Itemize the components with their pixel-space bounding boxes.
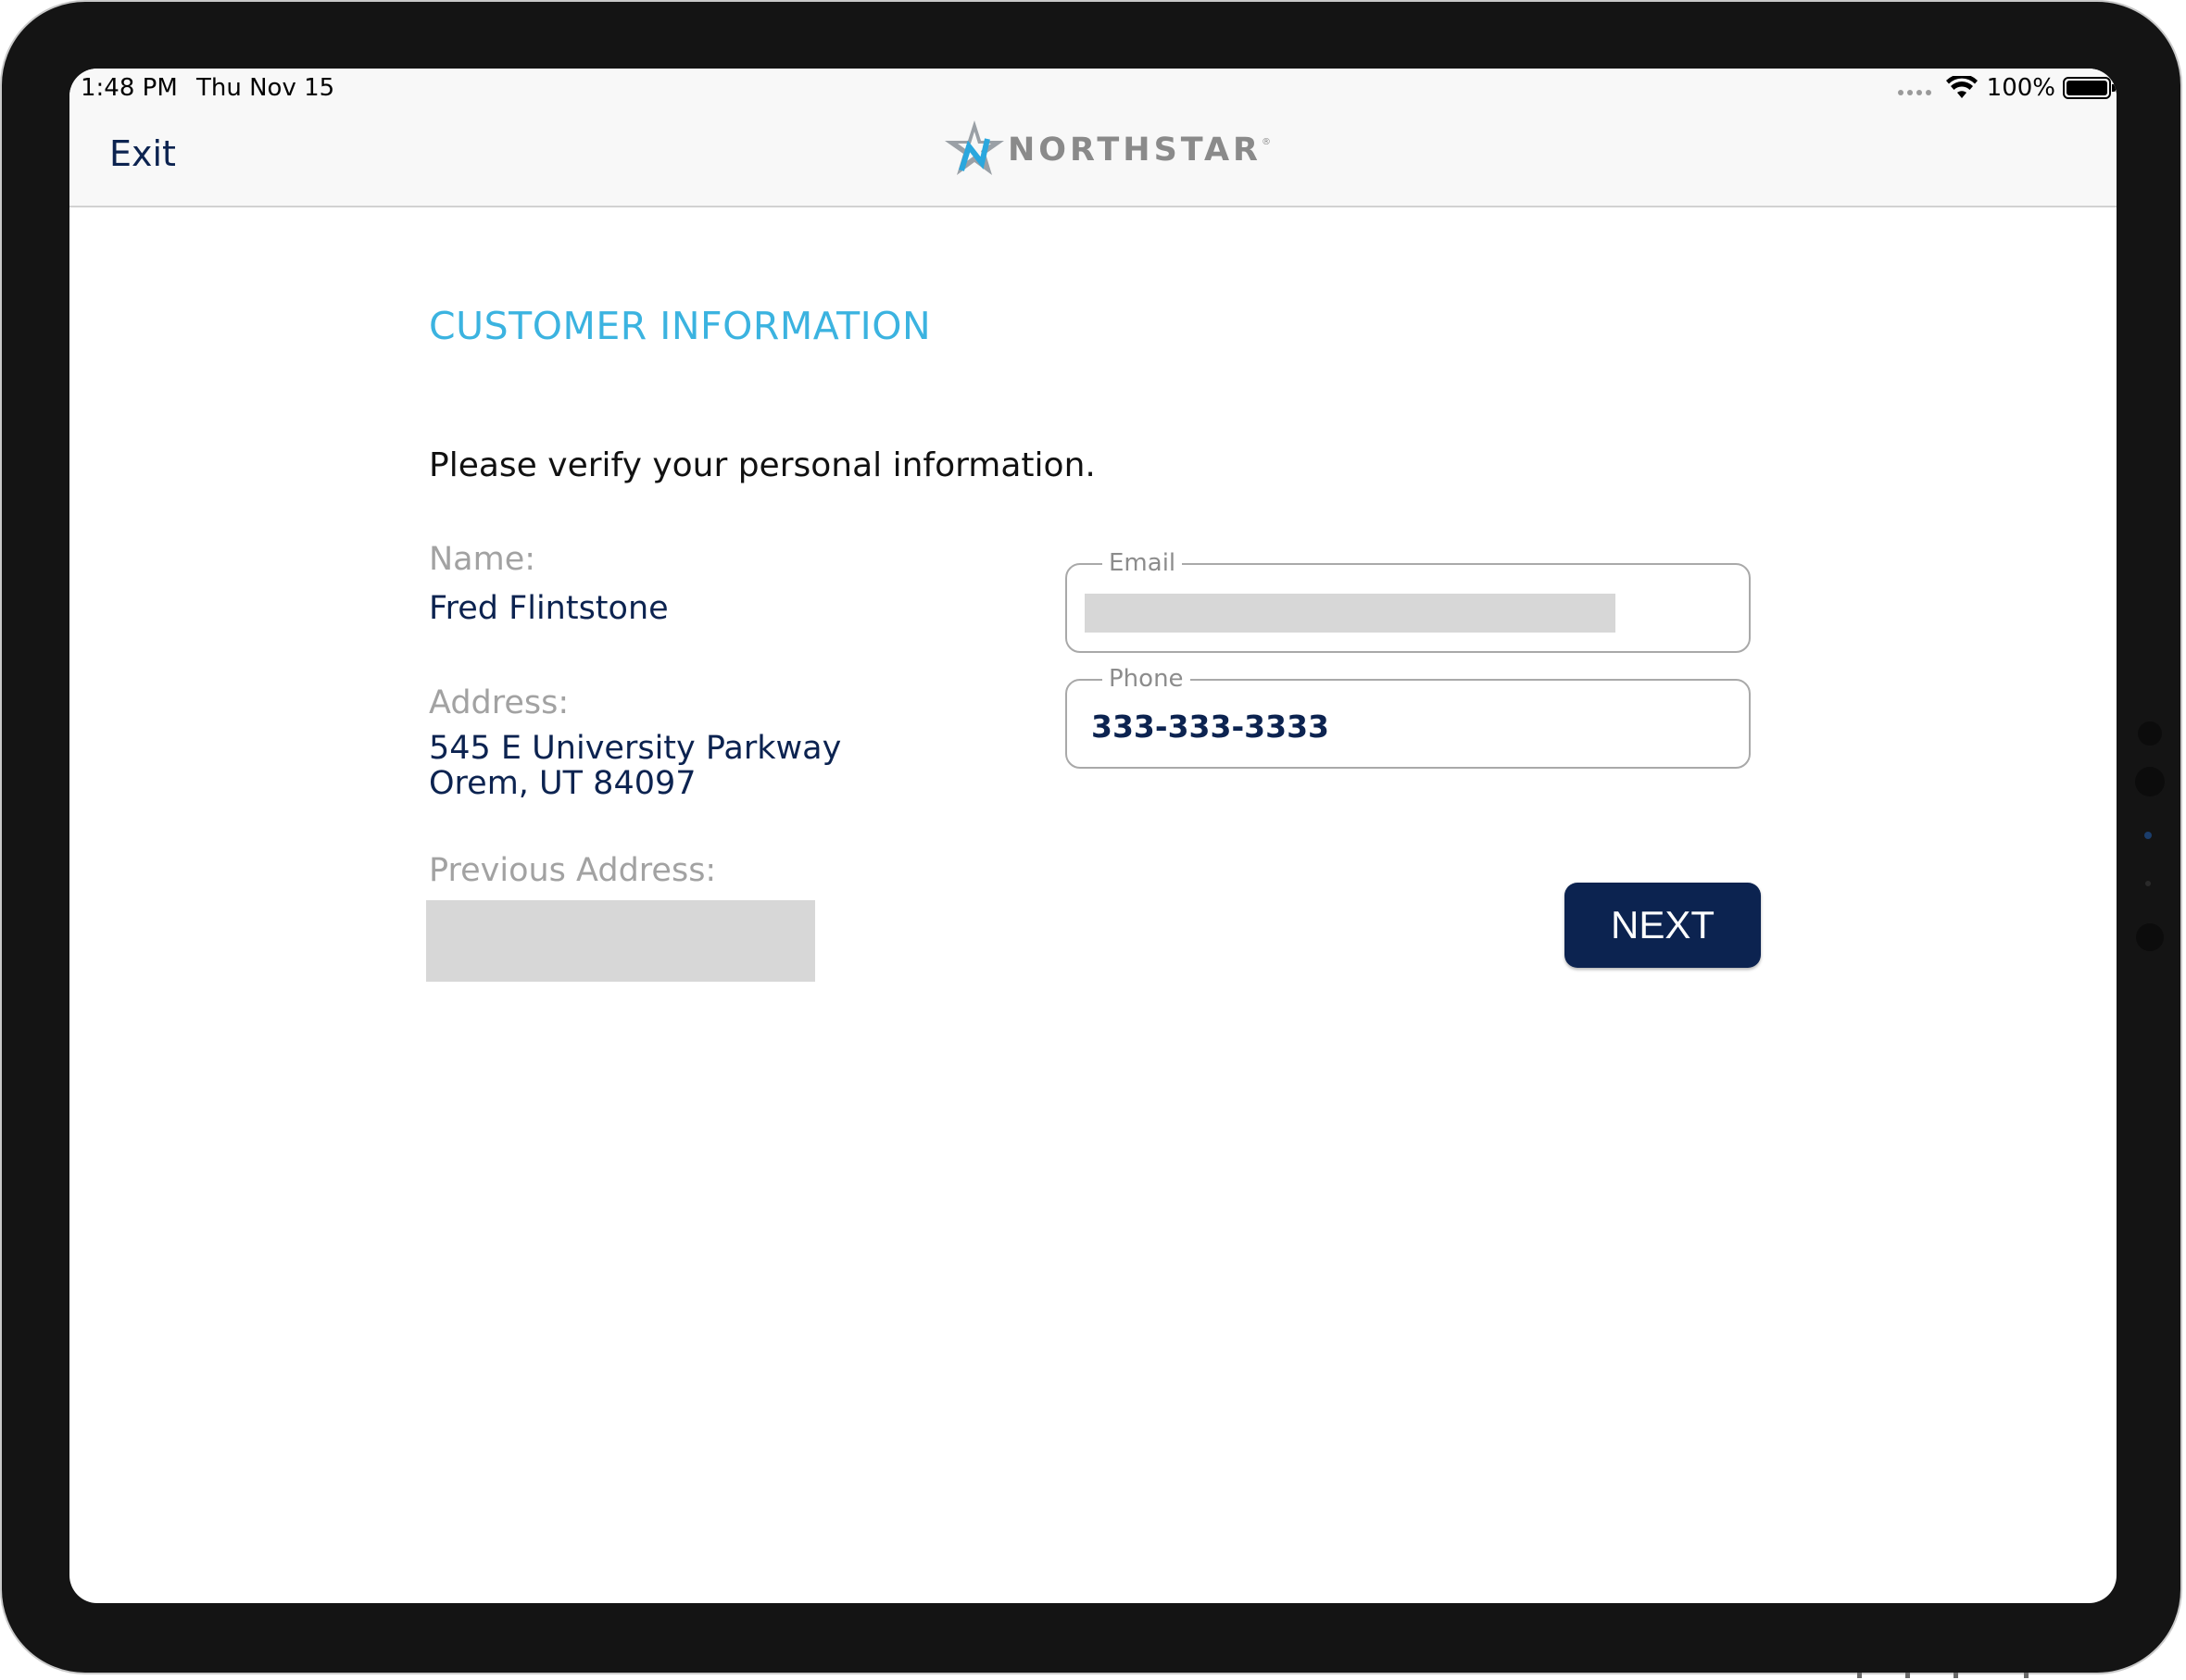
name-value: Fred Flintstone — [429, 590, 669, 627]
battery-icon — [2063, 77, 2116, 99]
exit-button[interactable]: Exit — [109, 133, 176, 174]
cellular-signal-icon — [1897, 90, 1931, 95]
next-button[interactable]: NEXT — [1564, 883, 1761, 968]
address-line-1: 545 E University Parkway — [429, 730, 842, 767]
email-value-redacted — [1085, 594, 1615, 633]
status-bar: 1:48 PM Thu Nov 15 100% — [69, 69, 2117, 115]
brand-name: NORTHSTAR — [1008, 132, 1262, 169]
email-field[interactable]: Email — [1065, 549, 1751, 653]
instruction-text: Please verify your personal information. — [429, 446, 1096, 484]
wifi-icon — [1945, 76, 1978, 98]
northstar-logo: NORTHSTAR ® — [943, 119, 1271, 178]
name-label: Name: — [429, 541, 536, 578]
side-sensor — [2145, 881, 2151, 886]
address-label: Address: — [429, 684, 570, 721]
phone-field-label: Phone — [1102, 665, 1190, 693]
northstar-star-logo-icon — [945, 120, 1004, 175]
page-title: CUSTOMER INFORMATION — [429, 304, 932, 348]
device-bottom-edge — [1857, 1673, 2033, 1678]
side-sensor — [2138, 721, 2162, 746]
brand-registered-mark: ® — [1262, 136, 1271, 147]
navigation-bar: 1:48 PM Thu Nov 15 100% Exit NORTHSTAR ® — [69, 69, 2117, 207]
status-date: Thu Nov 15 — [196, 74, 335, 102]
previous-address-redacted — [426, 900, 815, 982]
phone-value[interactable]: 333-333-3333 — [1091, 708, 1329, 745]
battery-percentage: 100% — [1986, 74, 2055, 102]
address-line-2: Orem, UT 84097 — [429, 765, 697, 802]
phone-field[interactable]: Phone 333-333-3333 — [1065, 665, 1751, 769]
previous-address-label: Previous Address: — [429, 852, 717, 889]
side-sensor — [2144, 832, 2152, 839]
ipad-device-frame: 1:48 PM Thu Nov 15 100% Exit NORTHSTAR ®… — [0, 0, 2182, 1674]
email-field-label: Email — [1102, 549, 1183, 577]
side-sensor — [2135, 767, 2165, 796]
status-time: 1:48 PM — [81, 74, 178, 102]
side-sensor — [2136, 923, 2164, 951]
app-screen: 1:48 PM Thu Nov 15 100% Exit NORTHSTAR ®… — [69, 69, 2117, 1603]
status-indicators: 100% — [1897, 74, 2116, 102]
